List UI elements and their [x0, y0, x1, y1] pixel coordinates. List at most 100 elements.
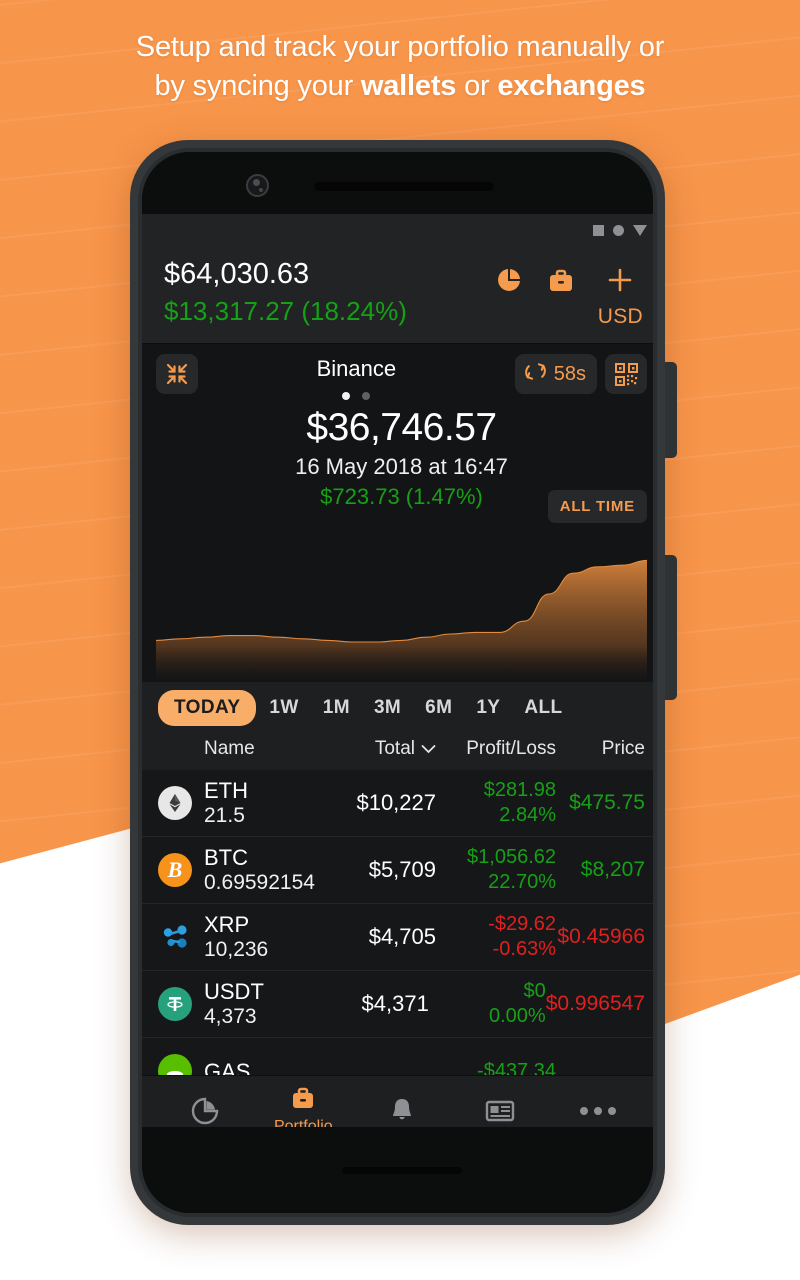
- asset-labels: USDT 4,373: [204, 979, 264, 1029]
- collapse-arrows-icon[interactable]: [156, 354, 198, 394]
- bell-icon: [392, 1098, 411, 1119]
- header-total[interactable]: Total: [326, 738, 436, 760]
- asset-profit-loss: -$29.62 -0.63%: [436, 912, 556, 962]
- circle-indicator-icon: [613, 224, 624, 236]
- nav-item-news[interactable]: [451, 1098, 549, 1124]
- asset-table-header: Name Total Profit/Loss Price: [142, 734, 653, 770]
- asset-profit-loss: $0 0.00%: [429, 979, 546, 1029]
- range-tab-all[interactable]: ALL: [513, 690, 573, 726]
- asset-pl-value: -$437.34: [477, 1059, 556, 1076]
- asset-labels: GAS: [204, 1059, 250, 1076]
- headline-line-2-pre: by syncing your: [154, 70, 361, 102]
- header-price[interactable]: Price: [556, 738, 645, 760]
- area-chart-svg: [156, 522, 647, 682]
- headline-line-2-mid: or: [456, 70, 498, 102]
- page-dot-active[interactable]: [342, 392, 351, 400]
- exchange-card-actions: 58s: [514, 354, 647, 394]
- header-name[interactable]: Name: [158, 738, 326, 760]
- asset-identity: GAS: [158, 1054, 326, 1075]
- page-dot[interactable]: [362, 392, 371, 400]
- header-actions: USD: [494, 258, 643, 329]
- more-dot: [579, 1106, 588, 1115]
- briefcase-icon[interactable]: [546, 266, 576, 301]
- range-tab-6m[interactable]: 6M: [414, 690, 463, 726]
- pie-chart-icon: [191, 1097, 219, 1124]
- asset-amount: 0.69592154: [204, 871, 315, 894]
- asset-price: $475.75: [569, 791, 645, 814]
- front-camera-icon: [246, 174, 269, 197]
- asset-total: $4,705: [368, 924, 436, 949]
- asset-price: $8,207: [580, 858, 645, 881]
- asset-symbol: GAS: [204, 1058, 251, 1076]
- asset-amount: 10,236: [204, 938, 269, 961]
- nav-item-alerts[interactable]: [352, 1095, 450, 1127]
- asset-identity: USDT 4,373: [158, 979, 322, 1029]
- portfolio-total-value: $64,030.63: [164, 258, 310, 290]
- range-tab-today[interactable]: TODAY: [158, 690, 257, 726]
- table-row[interactable]: USDT 4,373 $4,371 $0 0.00% $0.996547: [142, 971, 653, 1038]
- refresh-button[interactable]: 58s: [514, 354, 597, 394]
- header-total-label: Total: [374, 738, 415, 759]
- range-tab-1m[interactable]: 1M: [312, 690, 361, 726]
- volume-button[interactable]: [665, 362, 677, 458]
- nav-item-more[interactable]: [549, 1106, 647, 1115]
- table-row[interactable]: ETH 21.5 $10,227 $281.98 2.84% $475.75: [142, 770, 653, 837]
- ripple-icon: [158, 920, 192, 954]
- pie-chart-icon[interactable]: [494, 266, 524, 301]
- bitcoin-icon: B: [158, 853, 192, 887]
- exchange-card: Binance 58s $36,746.57 16 May 2018 at 16…: [142, 344, 653, 682]
- qr-code-icon[interactable]: [605, 354, 647, 394]
- more-dot: [593, 1106, 602, 1115]
- asset-list[interactable]: ETH 21.5 $10,227 $281.98 2.84% $475.75 B BTC 0.6…: [142, 770, 653, 1075]
- table-row[interactable]: GAS -$437.34: [142, 1038, 653, 1075]
- asset-pl-percent: 2.84%: [499, 804, 556, 826]
- asset-labels: BTC 0.69592154: [204, 845, 315, 895]
- earpiece-speaker: [314, 182, 494, 191]
- currency-selector[interactable]: USD: [598, 266, 643, 329]
- table-row[interactable]: XRP 10,236 $4,705 -$29.62 -0.63% $0.45966: [142, 904, 653, 971]
- asset-identity: ETH 21.5: [158, 778, 326, 828]
- range-tab-1w[interactable]: 1W: [258, 690, 309, 726]
- camera-lens-highlight: [253, 179, 260, 186]
- asset-identity: XRP 10,236: [158, 912, 326, 962]
- asset-pl-value: -$29.62: [488, 913, 556, 935]
- asset-pl-percent: 22.70%: [488, 871, 556, 893]
- app-screen: $64,030.63 $13,317.27 (18.24%) USD Binan…: [142, 214, 653, 1149]
- asset-symbol: USDT: [204, 979, 264, 1004]
- header-profit-loss[interactable]: Profit/Loss: [436, 738, 556, 760]
- asset-amount: 4,373: [204, 1005, 257, 1028]
- asset-symbol: ETH: [204, 778, 248, 803]
- all-time-button[interactable]: ALL TIME: [547, 490, 647, 523]
- asset-labels: XRP 10,236: [204, 912, 268, 962]
- triangle-indicator-icon: [633, 224, 647, 236]
- phone-frame-inner: $64,030.63 $13,317.27 (18.24%) USD Binan…: [138, 148, 657, 1217]
- more-dot: [607, 1106, 616, 1115]
- phone-top-bezel: [142, 152, 653, 214]
- asset-symbol: XRP: [204, 912, 250, 937]
- asset-profit-loss: -$437.34: [436, 1059, 556, 1076]
- headline-line-2: by syncing your wallets or exchanges: [0, 67, 800, 106]
- asset-identity: B BTC 0.69592154: [158, 845, 326, 895]
- phone-bottom-bezel: [142, 1127, 653, 1213]
- phone-screen: $64,030.63 $13,317.27 (18.24%) USD Binan…: [142, 152, 653, 1213]
- asset-pl-value: $0: [523, 980, 546, 1002]
- portfolio-total-change: $13,317.27 (18.24%): [164, 296, 407, 326]
- exchange-name: Binance: [316, 356, 397, 381]
- exchange-card-toolbar: Binance 58s: [156, 354, 647, 400]
- status-bar: [142, 214, 653, 246]
- more-icon: [579, 1106, 616, 1115]
- power-button[interactable]: [665, 555, 677, 700]
- exchange-change: $723.73 (1.47%): [320, 484, 483, 509]
- asset-pl-value: $1,056.62: [467, 846, 556, 868]
- camera-lens-sensor: [259, 188, 263, 192]
- asset-pl-percent: 0.00%: [489, 1005, 546, 1027]
- exchange-identity: Binance: [198, 354, 515, 400]
- plus-icon[interactable]: [606, 266, 634, 299]
- range-tab-3m[interactable]: 3M: [363, 690, 412, 726]
- asset-total: $10,227: [356, 790, 436, 815]
- range-tab-1y[interactable]: 1Y: [465, 690, 511, 726]
- nav-item-charts[interactable]: [156, 1095, 254, 1127]
- tether-icon: [158, 987, 192, 1021]
- table-row[interactable]: B BTC 0.69592154 $5,709 $1,056.62 22.70% $8,20…: [142, 837, 653, 904]
- exchange-page-dots[interactable]: [198, 392, 515, 400]
